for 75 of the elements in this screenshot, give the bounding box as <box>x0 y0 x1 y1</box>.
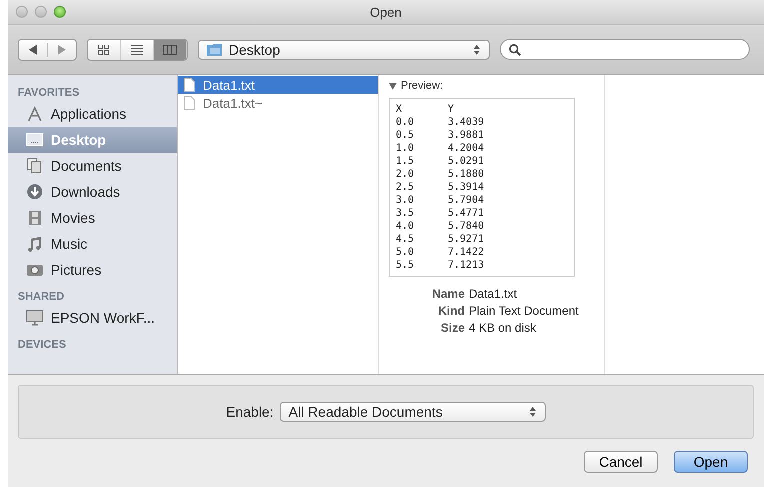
cancel-button[interactable]: Cancel <box>584 451 658 473</box>
music-note-icon <box>26 236 44 252</box>
search-field[interactable] <box>500 39 750 60</box>
preview-text: 4.0 <box>396 220 416 233</box>
preview-text: 4.2004 <box>448 142 484 155</box>
compass-icon <box>26 106 44 122</box>
forward-icon[interactable] <box>56 44 68 54</box>
document-icon <box>184 96 195 110</box>
info-label: Kind <box>437 304 465 320</box>
columns-view-button[interactable] <box>154 40 187 60</box>
file-item[interactable]: Data1.txt <box>178 76 378 94</box>
preview-text: 3.9881 <box>448 129 484 142</box>
monitor-icon <box>26 310 44 326</box>
sidebar-heading: FAVORITES <box>17 86 81 101</box>
preview-text: 3.5 <box>396 207 416 220</box>
file-item[interactable]: Data1.txt~ <box>178 94 378 112</box>
preview-text: 5.0 <box>396 246 416 259</box>
grid-icon <box>98 44 110 54</box>
location-dropdown[interactable]: Desktop <box>198 40 490 60</box>
info-value: Data1.txt <box>469 287 518 303</box>
document-icon <box>26 158 44 174</box>
search-icon <box>509 44 521 56</box>
preview-text: 5.1880 <box>448 168 484 181</box>
desktop-icon <box>26 132 44 148</box>
camera-icon <box>26 262 44 278</box>
preview-text: 0.5 <box>396 129 416 142</box>
preview-text: 1.0 <box>396 142 416 155</box>
sidebar-item[interactable]: Pictures <box>8 257 177 283</box>
preview-text: 5.7840 <box>448 220 484 233</box>
preview-text: 3.4039 <box>448 116 484 129</box>
info-label: Size <box>440 321 465 337</box>
preview-text: 5.5 <box>396 259 416 272</box>
open-button[interactable]: Open <box>674 451 748 473</box>
stepper-icon <box>473 44 481 56</box>
preview-text: 5.4771 <box>448 207 484 220</box>
zoom-button[interactable] <box>54 6 66 18</box>
preview-text: 2.0 <box>396 168 416 181</box>
info-value: 4 KB on disk <box>469 321 536 337</box>
preview-text: X <box>396 103 404 116</box>
disclosure-triangle-icon[interactable] <box>389 82 397 90</box>
info-label: Name <box>431 287 465 303</box>
preview-text: 4.5 <box>396 233 416 246</box>
sidebar-item[interactable]: EPSON WorkF... <box>8 305 177 331</box>
back-icon[interactable] <box>27 44 39 54</box>
sidebar-item[interactable]: Music <box>8 231 177 257</box>
list-icon <box>131 44 143 54</box>
preview-text: 2.5 <box>396 181 416 194</box>
sidebar-item[interactable]: Applications <box>8 101 177 127</box>
sidebar-item[interactable]: Downloads <box>8 179 177 205</box>
folder-icon <box>207 43 223 56</box>
download-icon <box>26 184 44 200</box>
enable-dropdown[interactable]: All Readable Documents <box>280 402 546 422</box>
enable-label: Enable: <box>226 404 274 420</box>
sidebar-item[interactable]: Movies <box>8 205 177 231</box>
preview-text: 5.9271 <box>448 233 484 246</box>
window-title: Open <box>370 4 402 20</box>
back-forward-control[interactable] <box>18 38 77 60</box>
preview-text: 7.1422 <box>448 246 484 259</box>
film-icon <box>26 210 44 226</box>
stepper-icon <box>528 406 537 418</box>
preview-text: 0.0 <box>396 116 416 129</box>
preview-text: 5.3914 <box>448 181 484 194</box>
columns-icon <box>163 44 177 54</box>
sidebar-heading: DEVICES <box>17 338 68 353</box>
preview-text: Y <box>448 103 454 116</box>
preview-text: 3.0 <box>396 194 416 207</box>
preview-heading: Preview: <box>401 80 444 92</box>
info-value: Plain Text Document <box>469 304 579 320</box>
sidebar-item[interactable]: Documents <box>8 153 177 179</box>
sidebar-heading: SHARED <box>17 290 66 305</box>
preview-text: 7.1213 <box>448 259 484 272</box>
preview-text: 1.5 <box>396 155 416 168</box>
document-icon <box>184 78 195 92</box>
preview-text: 5.7904 <box>448 194 484 207</box>
preview-text: 5.0291 <box>448 155 484 168</box>
